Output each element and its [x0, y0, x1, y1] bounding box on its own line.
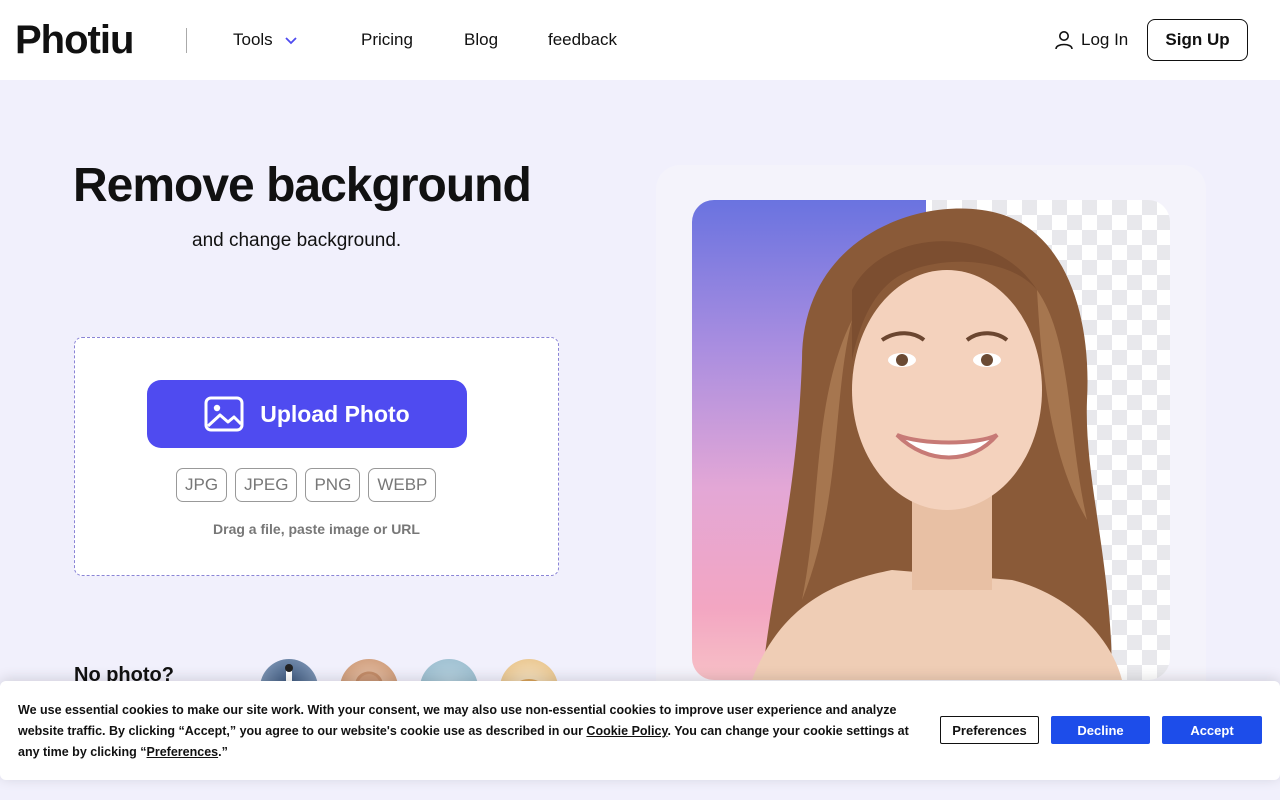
- hero-title: Remove background: [73, 159, 532, 212]
- top-navbar: Photiu Tools Pricing Blog feedback Log I…: [0, 0, 1280, 80]
- cookie-accept-button[interactable]: Accept: [1162, 716, 1262, 744]
- drag-hint: Drag a file, paste image or URL: [213, 521, 420, 537]
- format-list: JPG JPEG PNG WEBP: [176, 468, 437, 502]
- login-link[interactable]: Log In: [1053, 29, 1128, 51]
- nav-pricing[interactable]: Pricing: [361, 30, 413, 50]
- cookie-decline-button[interactable]: Decline: [1051, 716, 1150, 744]
- format-badge: WEBP: [368, 468, 437, 502]
- user-icon: [1055, 31, 1073, 50]
- upload-photo-label: Upload Photo: [260, 400, 410, 427]
- nav-tools[interactable]: Tools: [233, 30, 301, 50]
- nav-tools-label: Tools: [233, 30, 273, 49]
- chevron-down-icon: [285, 37, 297, 45]
- preferences-link[interactable]: Preferences: [147, 745, 219, 759]
- cookie-preferences-button[interactable]: Preferences: [940, 716, 1039, 744]
- nav-feedback[interactable]: feedback: [548, 30, 617, 50]
- format-badge: JPG: [176, 468, 228, 502]
- logo[interactable]: Photiu: [15, 18, 134, 63]
- format-badge: JPEG: [235, 468, 298, 502]
- image-icon: [204, 396, 244, 432]
- nav-divider: [186, 28, 187, 53]
- upload-photo-button[interactable]: Upload Photo: [147, 380, 467, 448]
- before-after-preview: [692, 200, 1170, 680]
- login-label: Log In: [1081, 30, 1129, 49]
- nav-blog[interactable]: Blog: [464, 30, 498, 50]
- cookie-policy-link[interactable]: Cookie Policy: [586, 724, 667, 738]
- woman-portrait-image: [692, 200, 1170, 680]
- hero-subtitle: and change background.: [192, 230, 402, 251]
- cookie-text-part: .”: [218, 745, 228, 759]
- signup-button[interactable]: Sign Up: [1147, 19, 1248, 61]
- upload-dropzone[interactable]: Upload Photo JPG JPEG PNG WEBP Drag a fi…: [74, 337, 559, 576]
- cookie-banner: We use essential cookies to make our sit…: [0, 681, 1280, 780]
- format-badge: PNG: [305, 468, 361, 502]
- cookie-text: We use essential cookies to make our sit…: [18, 700, 923, 763]
